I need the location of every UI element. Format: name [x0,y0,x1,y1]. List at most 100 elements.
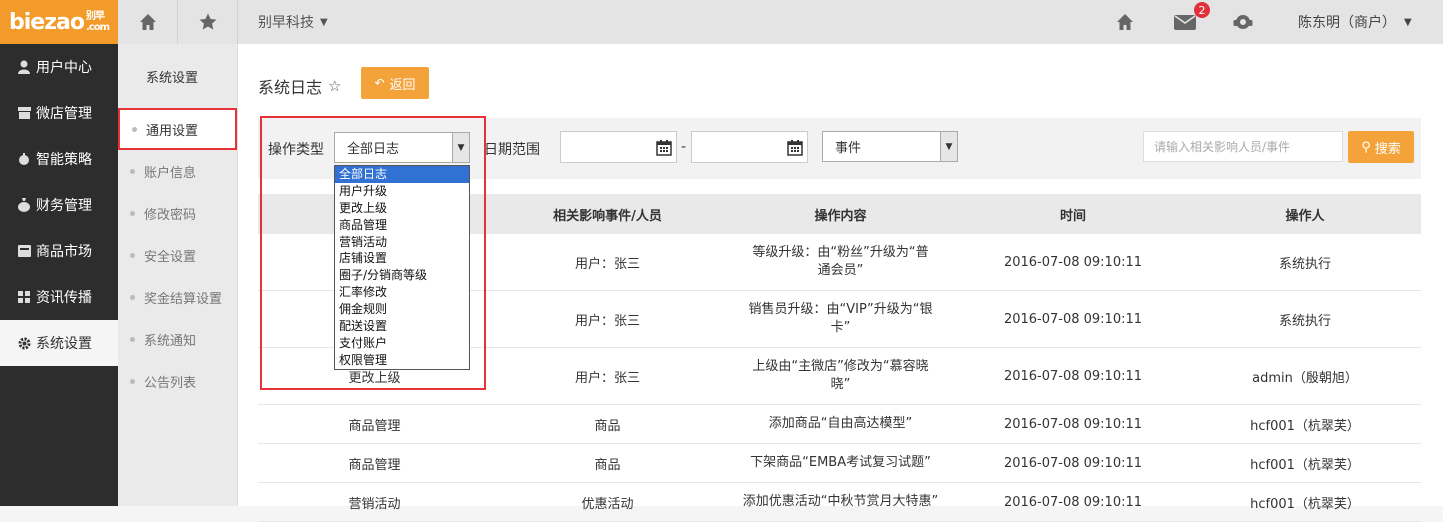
nav-label: 智能策略 [36,152,92,168]
cell-type: 商品管理 [348,457,401,473]
subnav-item-account-info[interactable]: 账户信息 [118,150,237,192]
dropdown-option[interactable]: 权限管理 [335,352,469,369]
top-bar: biezao 别早 .com 别早科技 ▼ 2 陈东明（商户） ▼ [0,0,1443,44]
cell-time: 2016-07-08 09:10:11 [1003,311,1143,327]
nav-item-strategy[interactable]: 智能策略 [0,136,118,182]
cell-target: 用户：张三 [574,313,640,329]
dropdown-option[interactable]: 全部日志 [335,166,469,183]
bullet-icon [130,168,135,174]
chevron-down-icon: ▼ [320,16,328,28]
search-label: 搜索 [1374,141,1401,157]
cell-time: 2016-07-08 09:10:11 [1003,455,1143,471]
event-select[interactable]: 事件 ▼ [822,131,958,162]
dropdown-option[interactable]: 支付账户 [335,335,469,352]
favorites-button[interactable] [178,0,238,44]
dropdown-option[interactable]: 汇率修改 [335,284,469,301]
dropdown-arrow-icon: ▼ [452,133,469,162]
nav-item-user-center[interactable]: 用户中心 [0,44,118,90]
market-icon [17,244,31,258]
nav-label: 微店管理 [36,106,92,122]
search-input[interactable]: 请输入相关影响人员/事件 [1143,131,1343,162]
dropdown-option[interactable]: 商品管理 [335,217,469,234]
subnav-item-bonus-settlement[interactable]: 奖金结算设置 [118,276,237,318]
nav-item-shop[interactable]: 微店管理 [0,90,118,136]
gear-icon [17,336,31,350]
subnav-label: 账户信息 [144,165,197,181]
dropdown-option[interactable]: 营销活动 [335,234,469,251]
search-button[interactable]: ⚲ 搜索 [1348,131,1414,163]
subnav-label: 修改密码 [144,207,197,223]
table-row: 商品管理 商品 下架商品“EMBA考试复习试题” 2016-07-08 09:1… [258,444,1421,483]
cell-operator: hcf001（杭翠芙） [1250,457,1360,473]
nav-label: 商品市场 [36,244,92,260]
cell-content-wrap: 上级由“主微店”修改为“慕容晓晓” [724,358,957,394]
op-type-label: 操作类型 [268,142,324,158]
subnav-item-system-notice[interactable]: 系统通知 [118,318,237,360]
cell-content-wrap: 等级升级：由“粉丝”升级为“普通会员” [724,244,957,280]
logo[interactable]: biezao 别早 .com [0,0,118,44]
calendar-icon [787,140,803,156]
home-button[interactable] [1110,0,1140,44]
dropdown-option[interactable]: 佣金规则 [335,301,469,318]
user-menu[interactable]: 陈东明（商户） ▼ [1298,0,1412,44]
mail-icon [1174,15,1196,30]
col-header-operator: 操作人 [1285,208,1325,224]
cell-content-wrap: 添加优惠活动“中秋节赏月大特惠” [724,493,957,511]
cell-content: 下架商品“EMBA考试复习试题” [750,455,931,470]
cell-type: 营销活动 [348,496,401,512]
cell-operator: hcf001（杭翠芙） [1250,496,1360,512]
cell-operator: 系统执行 [1278,313,1331,329]
cell-target: 用户：张三 [574,256,640,272]
back-button[interactable]: ↶ 返回 [361,67,429,99]
support-button[interactable] [1228,0,1258,44]
nav-label: 资讯传播 [36,290,92,306]
op-type-dropdown-list: 全部日志 用户升级 更改上级 商品管理 营销活动 店铺设置 圈子/分销商等级 汇… [334,165,470,370]
shop-icon [17,106,31,120]
calendar-icon [656,140,672,156]
op-type-select[interactable]: 全部日志 ▼ [334,132,470,163]
cell-type: 商品管理 [348,418,401,434]
subnav-item-change-password[interactable]: 修改密码 [118,192,237,234]
end-date-input[interactable] [691,131,808,163]
dropdown-option[interactable]: 圈子/分销商等级 [335,267,469,284]
op-type-value: 全部日志 [347,142,400,157]
nav-item-finance[interactable]: 财务管理 [0,182,118,228]
bullet-icon [130,336,135,342]
subnav-label: 系统通知 [144,333,197,349]
search-placeholder: 请输入相关影响人员/事件 [1154,140,1291,154]
subnav-item-general[interactable]: 通用设置 [118,108,237,150]
logo-text-domain: .com [85,22,110,33]
date-range-label: 日期范围 [484,142,540,158]
bullet-icon [130,378,135,384]
dropdown-option[interactable]: 用户升级 [335,183,469,200]
chevron-down-icon: ▼ [1404,16,1412,28]
strategy-icon [17,152,31,166]
bullet-icon [132,126,137,132]
col-header-target: 相关影响事件/人员 [553,208,662,224]
cell-time: 2016-07-08 09:10:11 [1003,254,1143,270]
support-icon [1233,15,1253,29]
cell-content: 添加优惠活动“中秋节赏月大特惠” [742,494,939,509]
messages-button[interactable]: 2 [1170,0,1210,44]
company-switcher[interactable]: 别早科技 ▼ [240,0,328,44]
dropdown-option[interactable]: 配送设置 [335,318,469,335]
nav-item-system-settings[interactable]: 系统设置 [0,320,118,366]
subnav-item-security[interactable]: 安全设置 [118,234,237,276]
nav-item-news[interactable]: 资讯传播 [0,274,118,320]
nav-item-market[interactable]: 商品市场 [0,228,118,274]
dropdown-option[interactable]: 店铺设置 [335,250,469,267]
subnav-label: 公告列表 [144,375,197,391]
cell-content: 添加商品“自由高达模型” [768,416,913,431]
logo-text-cn: 别早 [85,11,105,22]
nav-label: 用户中心 [36,60,92,76]
grid-icon [17,290,31,304]
settings-subnav: 系统设置 通用设置 账户信息 修改密码 安全设置 奖金结算设置 系统通知 公告列… [118,44,238,506]
cell-time: 2016-07-08 09:10:11 [1003,368,1143,384]
star-outline-icon[interactable]: ☆ [328,77,341,95]
home-shortcut-button[interactable] [118,0,178,44]
subnav-item-announcements[interactable]: 公告列表 [118,360,237,402]
start-date-input[interactable] [560,131,677,163]
dropdown-option[interactable]: 更改上级 [335,200,469,217]
company-name: 别早科技 [258,15,314,31]
page-title: 系统日志 ☆ [258,74,341,98]
